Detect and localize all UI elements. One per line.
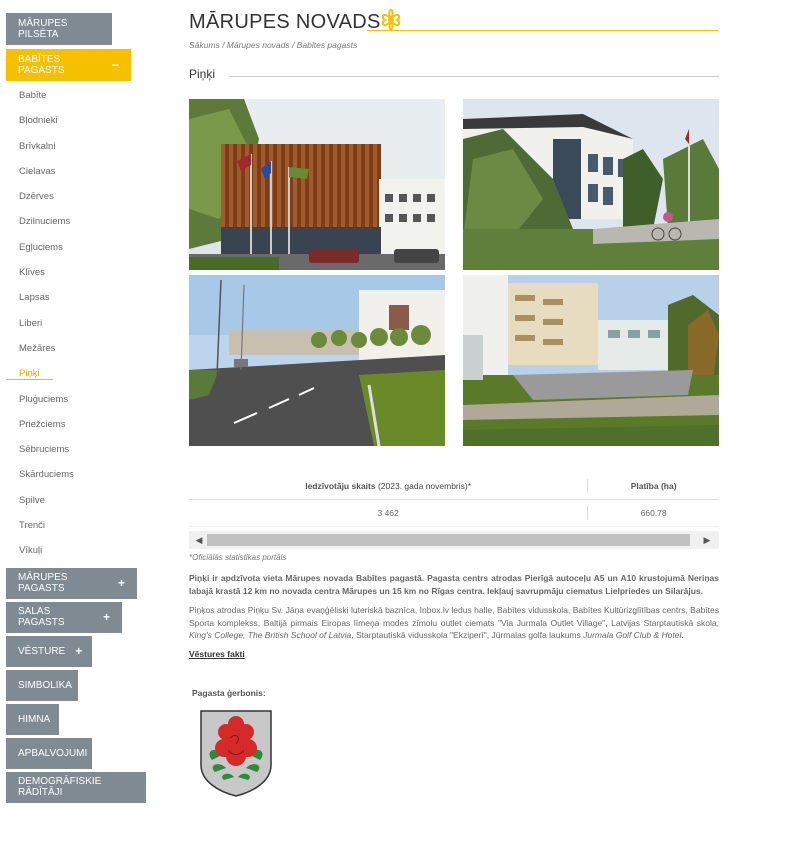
minus-icon[interactable]: −: [112, 58, 119, 72]
section-divider: [229, 76, 719, 77]
sidebar-item[interactable]: Dzilnuciems: [6, 211, 176, 236]
sidebar-item-label: Cielavas: [19, 165, 56, 177]
sidebar-item-label: Skārduciems: [19, 469, 74, 481]
photo-gallery: [189, 99, 719, 446]
sidebar-item-label: Babīte: [19, 90, 47, 101]
sidebar-item[interactable]: Trenči: [6, 515, 176, 540]
sidebar-item-label: Mežāres: [19, 342, 56, 354]
nav-group-button[interactable]: Demogrāfiskie rādītāji: [6, 771, 146, 803]
plus-icon[interactable]: +: [118, 576, 125, 590]
sidebar-item[interactable]: Piņķi: [6, 363, 176, 388]
nav-label: Babītes pagasts: [18, 54, 65, 76]
crest-label: Pagasta ģerbonis:: [192, 687, 266, 698]
nav-group-button[interactable]: Simbolika: [6, 669, 78, 701]
footnote: *Oficiālās statistikas portāls: [189, 553, 287, 562]
photo-road[interactable]: [189, 275, 445, 446]
sidebar-item-label: Lapsas: [19, 292, 50, 304]
nav-group-button[interactable]: Mārupes pagasts +: [6, 567, 137, 599]
sidebar-item-label: Vīkuļi: [19, 545, 43, 557]
sidebar-item[interactable]: Cielavas: [6, 161, 176, 186]
photo-school-building[interactable]: [463, 99, 719, 270]
area-header: Platība (ha): [630, 481, 677, 491]
plus-icon[interactable]: +: [103, 610, 110, 624]
nav-label: Vēsture: [18, 645, 66, 657]
nav-babites-pagasts[interactable]: Babītes pagasts −: [6, 49, 131, 81]
breadcrumb[interactable]: Sākums / Mārupes novads / Babītes pagast…: [189, 40, 719, 50]
page-title: MĀRUPES NOVADS: [189, 11, 381, 33]
sidebar-item[interactable]: Liberi: [6, 313, 176, 338]
nav-label: Simbolika: [18, 679, 72, 691]
nav-groups: Mārupes pagasts + Salas pagasts + Vēsture + Si…: [6, 567, 176, 806]
nav-group-button[interactable]: Apbalvojumi: [6, 737, 92, 769]
main-content: MĀRUPES NOVADS Sākums / Mārupes novads /…: [189, 8, 719, 800]
sidebar-item[interactable]: Egļuciems: [6, 237, 176, 262]
sidebar-item[interactable]: Pluģuciems: [6, 389, 176, 414]
coat-of-arms-icon: [200, 709, 272, 797]
sidebar-item-label: Spilve: [19, 494, 45, 506]
sidebar-item-label: Liberi: [19, 317, 43, 329]
sidebar-item[interactable]: Dzērves: [6, 186, 176, 211]
sidebar-item[interactable]: Babīte: [6, 85, 176, 110]
area-value: 660.78: [640, 508, 667, 518]
section-title: Piņķi: [189, 67, 216, 81]
nav-group-button[interactable]: Salas pagasts +: [6, 601, 122, 633]
sidebar-item-label: Brīvkalni: [19, 140, 56, 152]
sub-nav-list: Babīte Bļodnieki Brīvkalni Cielavas Dzērves D…: [6, 85, 176, 566]
nav-label: Salas pagasts: [18, 606, 65, 629]
sidebar-item-label: Piņķi: [6, 368, 53, 381]
nav-label: Apbalvojumi: [18, 747, 88, 759]
nav-group-button[interactable]: Vēsture +: [6, 635, 92, 667]
sidebar-item[interactable]: Vīkuļi: [6, 540, 176, 565]
nav-label: Demogrāfiskie rādītāji: [18, 776, 102, 799]
sidebar-item[interactable]: Skārduciems: [6, 464, 176, 489]
nav-label: Mārupes pagasts: [18, 572, 68, 595]
history-facts-link[interactable]: Vēstures fakti: [189, 649, 245, 659]
sidebar-item-label: Egļuciems: [19, 241, 63, 253]
sidebar-item-label: Sēbruciems: [19, 444, 70, 456]
sidebar-item[interactable]: Sēbruciems: [6, 439, 176, 464]
section-header: Piņķi: [189, 67, 719, 83]
horizontal-scrollbar[interactable]: ◀ ▶: [189, 531, 719, 549]
table-row: 3 462 660.78: [189, 500, 719, 527]
sidebar-item-label: Dzērves: [19, 191, 54, 203]
nav-marupes-pilseta[interactable]: Mārupes pilsēta: [6, 13, 112, 45]
scrollbar-thumb[interactable]: [207, 534, 690, 546]
stats-table: Iedzīvotāju skaits (2023. gada novembris…: [189, 473, 719, 549]
sidebar-item-label: Dzilnuciems: [19, 216, 71, 228]
sidebar-item-label: Priežciems: [19, 418, 66, 430]
sidebar-item[interactable]: Priežciems: [6, 414, 176, 439]
population-header: Iedzīvotāju skaits (2023. gada novembris…: [189, 479, 589, 493]
title-divider: [367, 30, 719, 31]
nav-group-button[interactable]: Himna: [6, 703, 59, 735]
photo-building-flags[interactable]: [189, 99, 445, 270]
intro-paragraph: Piņķi ir apdzīvota vieta Mārupes novada …: [189, 573, 719, 596]
sidebar-item[interactable]: Brīvkalni: [6, 136, 176, 161]
nav-label: Himna: [18, 713, 51, 725]
sidebar-item-label: Pluģuciems: [19, 393, 69, 405]
stats-header-row: Iedzīvotāju skaits (2023. gada novembris…: [189, 473, 719, 500]
scroll-right-icon[interactable]: ▶: [699, 531, 715, 549]
nav-label: Mārupes pilsēta: [18, 18, 68, 40]
sidebar-item[interactable]: Bļodnieki: [6, 110, 176, 135]
sidebar-item-label: Bļodnieki: [19, 115, 58, 127]
scroll-left-icon[interactable]: ◀: [191, 531, 207, 549]
sidebar-item[interactable]: Mežāres: [6, 338, 176, 363]
photo-park-building[interactable]: [463, 275, 719, 446]
sidebar-item[interactable]: Lapsas: [6, 287, 176, 312]
sidebar-nav: Mārupes pilsēta Babītes pagasts − Babīte…: [6, 13, 176, 806]
description-paragraph: Piņķos atrodas Piņķu Sv. Jāņa evaņģēlisk…: [189, 605, 719, 640]
clover-icon: [381, 9, 401, 31]
title-row: MĀRUPES NOVADS: [189, 8, 719, 36]
sidebar-item-label: Trenči: [19, 520, 46, 532]
sidebar-item[interactable]: Spilve: [6, 490, 176, 515]
sidebar-item[interactable]: Klīves: [6, 262, 176, 287]
plus-icon[interactable]: +: [75, 644, 82, 658]
sidebar-item-label: Klīves: [19, 267, 45, 279]
population-value: 3 462: [189, 506, 589, 520]
